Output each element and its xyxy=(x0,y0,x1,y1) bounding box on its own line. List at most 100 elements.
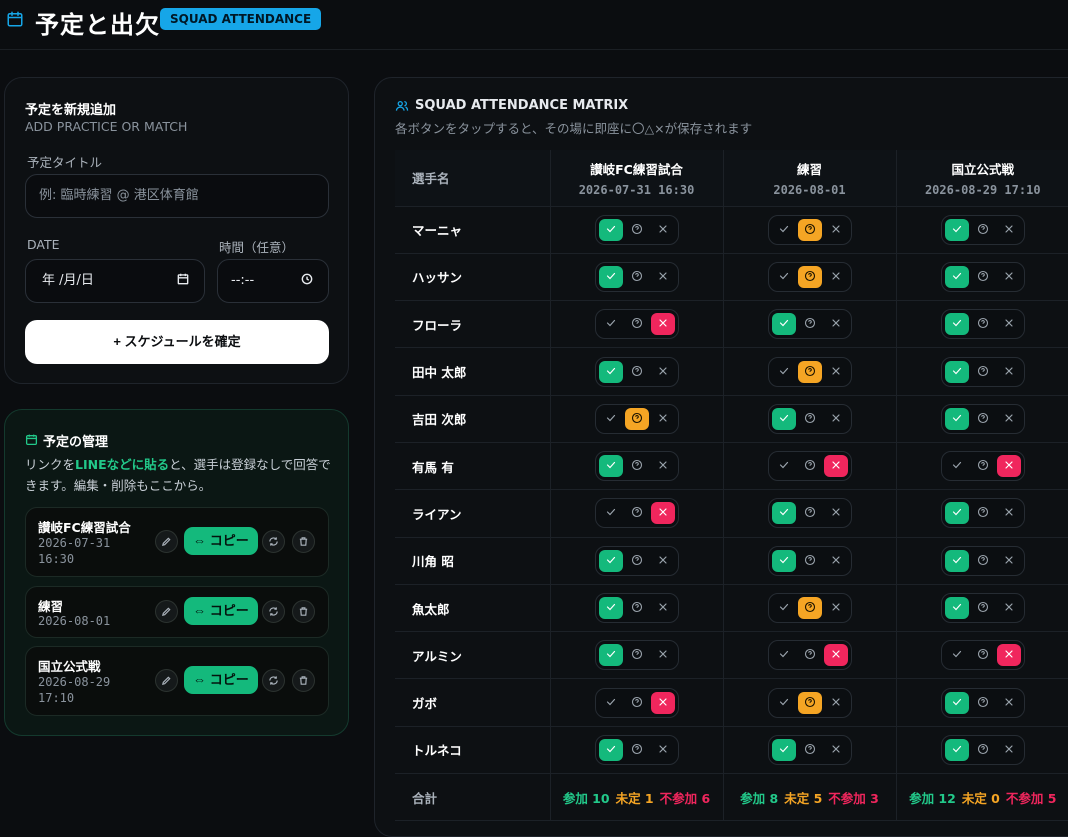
check-button[interactable] xyxy=(599,597,623,619)
check-button[interactable] xyxy=(945,455,969,477)
date-input[interactable]: 年 /月/日 xyxy=(25,259,205,303)
x-button[interactable] xyxy=(651,692,675,714)
question-button[interactable] xyxy=(971,455,995,477)
check-button[interactable] xyxy=(945,219,969,241)
question-button[interactable] xyxy=(798,313,822,335)
title-input[interactable]: 例: 臨時練習 @ 港区体育館 xyxy=(25,174,329,218)
x-button[interactable] xyxy=(997,644,1021,666)
x-button[interactable] xyxy=(997,502,1021,524)
question-button[interactable] xyxy=(971,739,995,761)
regenerate-button[interactable] xyxy=(262,600,285,623)
x-button[interactable] xyxy=(997,739,1021,761)
x-button[interactable] xyxy=(651,597,675,619)
check-button[interactable] xyxy=(945,502,969,524)
check-button[interactable] xyxy=(599,455,623,477)
check-button[interactable] xyxy=(772,644,796,666)
check-button[interactable] xyxy=(945,739,969,761)
x-button[interactable] xyxy=(651,644,675,666)
check-button[interactable] xyxy=(772,739,796,761)
x-button[interactable] xyxy=(997,455,1021,477)
x-button[interactable] xyxy=(651,361,675,383)
question-button[interactable] xyxy=(798,266,822,288)
check-button[interactable] xyxy=(599,502,623,524)
check-button[interactable] xyxy=(772,219,796,241)
delete-button[interactable] xyxy=(292,669,315,692)
check-button[interactable] xyxy=(599,644,623,666)
check-button[interactable] xyxy=(945,644,969,666)
x-button[interactable] xyxy=(651,313,675,335)
check-button[interactable] xyxy=(599,219,623,241)
regenerate-button[interactable] xyxy=(262,530,285,553)
x-button[interactable] xyxy=(824,408,848,430)
question-button[interactable] xyxy=(625,739,649,761)
question-button[interactable] xyxy=(625,219,649,241)
regenerate-button[interactable] xyxy=(262,669,285,692)
check-button[interactable] xyxy=(599,408,623,430)
check-button[interactable] xyxy=(599,739,623,761)
x-button[interactable] xyxy=(997,597,1021,619)
question-button[interactable] xyxy=(625,266,649,288)
x-button[interactable] xyxy=(824,550,848,572)
check-button[interactable] xyxy=(599,361,623,383)
question-button[interactable] xyxy=(798,361,822,383)
question-button[interactable] xyxy=(625,644,649,666)
x-button[interactable] xyxy=(997,692,1021,714)
x-button[interactable] xyxy=(824,266,848,288)
x-button[interactable] xyxy=(824,455,848,477)
x-button[interactable] xyxy=(824,597,848,619)
x-button[interactable] xyxy=(824,219,848,241)
check-button[interactable] xyxy=(945,550,969,572)
question-button[interactable] xyxy=(798,597,822,619)
question-button[interactable] xyxy=(798,550,822,572)
question-button[interactable] xyxy=(971,644,995,666)
x-button[interactable] xyxy=(824,644,848,666)
copy-link-button[interactable]: ⇔ コピー xyxy=(184,527,258,555)
x-button[interactable] xyxy=(651,408,675,430)
copy-link-button[interactable]: ⇔ コピー xyxy=(184,666,258,694)
question-button[interactable] xyxy=(971,597,995,619)
question-button[interactable] xyxy=(625,313,649,335)
question-button[interactable] xyxy=(798,739,822,761)
check-button[interactable] xyxy=(772,502,796,524)
check-button[interactable] xyxy=(772,550,796,572)
question-button[interactable] xyxy=(798,644,822,666)
edit-button[interactable] xyxy=(155,600,178,623)
question-button[interactable] xyxy=(971,550,995,572)
check-button[interactable] xyxy=(772,455,796,477)
check-button[interactable] xyxy=(599,313,623,335)
x-button[interactable] xyxy=(651,219,675,241)
question-button[interactable] xyxy=(625,408,649,430)
copy-link-button[interactable]: ⇔ コピー xyxy=(184,597,258,625)
check-button[interactable] xyxy=(772,597,796,619)
check-button[interactable] xyxy=(772,692,796,714)
question-button[interactable] xyxy=(971,313,995,335)
x-button[interactable] xyxy=(651,550,675,572)
question-button[interactable] xyxy=(625,361,649,383)
question-button[interactable] xyxy=(625,550,649,572)
question-button[interactable] xyxy=(971,502,995,524)
x-button[interactable] xyxy=(997,408,1021,430)
x-button[interactable] xyxy=(997,266,1021,288)
x-button[interactable] xyxy=(824,361,848,383)
x-button[interactable] xyxy=(651,502,675,524)
x-button[interactable] xyxy=(997,361,1021,383)
question-button[interactable] xyxy=(798,455,822,477)
question-button[interactable] xyxy=(625,455,649,477)
check-button[interactable] xyxy=(599,692,623,714)
question-button[interactable] xyxy=(971,408,995,430)
question-button[interactable] xyxy=(971,692,995,714)
confirm-schedule-button[interactable]: + スケジュールを確定 xyxy=(25,320,329,364)
x-button[interactable] xyxy=(824,313,848,335)
check-button[interactable] xyxy=(945,313,969,335)
time-input[interactable]: --:-- xyxy=(217,259,329,303)
question-button[interactable] xyxy=(798,502,822,524)
check-button[interactable] xyxy=(599,550,623,572)
x-button[interactable] xyxy=(651,455,675,477)
check-button[interactable] xyxy=(945,408,969,430)
question-button[interactable] xyxy=(798,408,822,430)
calendar-picker-icon[interactable] xyxy=(176,272,190,286)
delete-button[interactable] xyxy=(292,600,315,623)
edit-button[interactable] xyxy=(155,530,178,553)
check-button[interactable] xyxy=(945,692,969,714)
question-button[interactable] xyxy=(625,597,649,619)
